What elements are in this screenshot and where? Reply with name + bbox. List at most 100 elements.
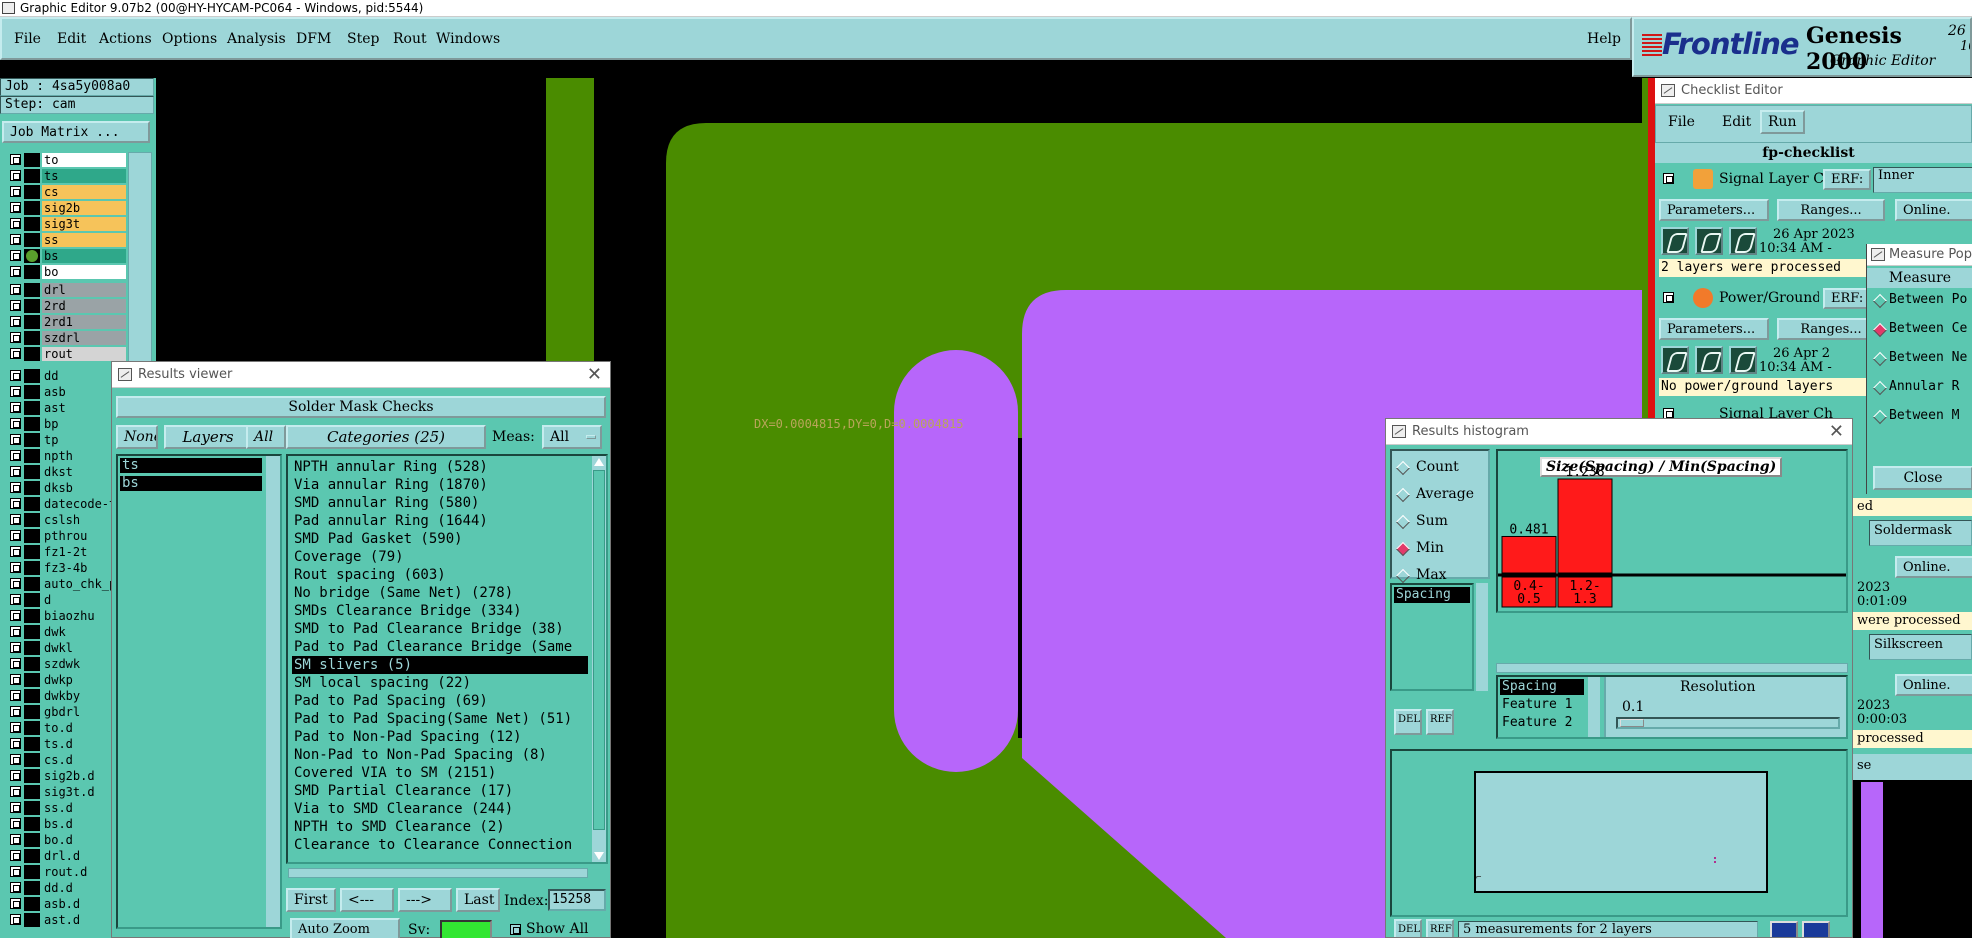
measure-option-label[interactable]: Between Po <box>1889 292 1967 307</box>
layer-row[interactable]: gbdrl <box>2 704 126 720</box>
layer-name[interactable]: bs <box>42 249 126 263</box>
layer-indicator[interactable] <box>24 299 40 313</box>
layer-indicator[interactable] <box>24 417 40 431</box>
layer-indicator[interactable] <box>24 169 40 183</box>
category-item[interactable]: Pad to Non-Pad Spacing (12) <box>292 728 588 746</box>
layer-indicator[interactable] <box>24 561 40 575</box>
layer-indicator[interactable] <box>24 545 40 559</box>
item1-run-icon-3[interactable] <box>1729 227 1757 255</box>
layers-list-scrollbar[interactable] <box>266 456 280 927</box>
layer-checkbox[interactable] <box>10 218 21 229</box>
layer-checkbox[interactable] <box>10 898 21 909</box>
item2-run-icon[interactable] <box>1661 346 1689 374</box>
menu-edit[interactable]: Edit <box>57 31 86 47</box>
layer-checkbox[interactable] <box>10 706 21 717</box>
layer-indicator[interactable] <box>24 769 40 783</box>
layer-row[interactable]: 2rd1 <box>2 314 126 330</box>
scroll-thumb[interactable] <box>593 470 605 830</box>
layer-checkbox[interactable] <box>10 674 21 685</box>
prev-button[interactable]: <--- <box>340 888 394 912</box>
layer-row[interactable]: biaozhu <box>2 608 126 624</box>
item2-erf-button[interactable]: ERF: <box>1823 288 1872 309</box>
layer-checkbox[interactable] <box>10 202 21 213</box>
layer-indicator[interactable] <box>24 753 40 767</box>
layer-indicator[interactable] <box>24 881 40 895</box>
meas-dropdown[interactable]: All <box>542 425 602 449</box>
layer-indicator[interactable] <box>24 265 40 279</box>
layer-name[interactable]: rout <box>42 347 126 361</box>
layer-row[interactable]: fz3-4b <box>2 560 126 576</box>
close-frag[interactable]: se <box>1853 754 1972 780</box>
close-icon[interactable]: ✕ <box>587 362 602 388</box>
category-item[interactable]: Via annular Ring (1870) <box>292 476 588 494</box>
layer-indicator[interactable] <box>24 721 40 735</box>
layers-button[interactable]: Layers <box>164 425 252 449</box>
measure-option-label[interactable]: Between Ce <box>1889 321 1967 336</box>
category-item[interactable]: Pad to Pad Clearance Bridge (Same <box>292 638 588 656</box>
layer-checkbox[interactable] <box>10 402 21 413</box>
layer-row[interactable]: cslsh <box>2 512 126 528</box>
measure-option-radio[interactable] <box>1872 351 1888 367</box>
layer-checkbox[interactable] <box>10 594 21 605</box>
layer-indicator[interactable] <box>24 233 40 247</box>
layer-checkbox[interactable] <box>10 316 21 327</box>
layer-indicator[interactable] <box>24 481 40 495</box>
category-item[interactable]: SMD Pad Gasket (590) <box>292 530 588 548</box>
layer-indicator[interactable] <box>24 283 40 297</box>
layer-name[interactable]: 2rd1 <box>42 315 126 329</box>
field-list-item[interactable]: Spacing <box>1394 587 1470 603</box>
item1-online-button[interactable]: Online. <box>1895 199 1972 221</box>
layer-checkbox[interactable] <box>10 722 21 733</box>
categories-list[interactable]: NPTH annular Ring (528) Via annular Ring … <box>286 454 608 864</box>
category-item[interactable]: Pad annular Ring (1644) <box>292 512 588 530</box>
layer-row[interactable]: rout.d <box>2 864 126 880</box>
layer-row[interactable]: dwkp <box>2 672 126 688</box>
histogram-field-list[interactable]: Spacing <box>1390 583 1474 691</box>
layer-row[interactable]: pthrou <box>2 528 126 544</box>
layer-indicator[interactable] <box>24 657 40 671</box>
layer-row[interactable]: sig2b <box>2 200 126 216</box>
all-layers-button[interactable]: All <box>246 425 286 449</box>
layer-name[interactable]: 2rd <box>42 299 126 313</box>
layer-checkbox[interactable] <box>10 850 21 861</box>
layer-indicator[interactable] <box>24 737 40 751</box>
item1-parameters-button[interactable]: Parameters... <box>1659 199 1769 221</box>
info-scrollbar[interactable] <box>1588 677 1600 737</box>
layer-checkbox[interactable] <box>10 866 21 877</box>
layer-indicator[interactable] <box>24 897 40 911</box>
layer-name[interactable]: sig2b <box>42 201 126 215</box>
item1-run-icon-2[interactable] <box>1695 227 1723 255</box>
info-field[interactable]: Feature 2 <box>1500 715 1584 731</box>
layer-name[interactable]: szdrl <box>42 331 126 345</box>
measure-option-radio[interactable] <box>1872 293 1888 309</box>
layer-checkbox[interactable] <box>10 802 21 813</box>
categories-button[interactable]: Categories (25) <box>286 425 486 449</box>
menu-dfm[interactable]: DFM <box>296 31 331 47</box>
first-button[interactable]: First <box>286 888 336 912</box>
auto-zoom-dropdown[interactable]: Auto Zoom <box>290 918 400 938</box>
category-item[interactable]: NPTH annular Ring (528) <box>292 458 588 476</box>
layer-row[interactable]: cs <box>2 184 126 200</box>
layer-name[interactable]: to <box>42 153 126 167</box>
category-item[interactable]: Rout spacing (603) <box>292 566 588 584</box>
checklist-menu-run[interactable]: Run <box>1760 110 1805 134</box>
measure-option-radio[interactable] <box>1872 322 1888 338</box>
layer-checkbox[interactable] <box>10 332 21 343</box>
layer-indicator[interactable] <box>24 641 40 655</box>
layer-row[interactable]: drl.d <box>2 848 126 864</box>
layer-indicator[interactable] <box>24 201 40 215</box>
layer-row[interactable]: bo.d <box>2 832 126 848</box>
layer-checkbox[interactable] <box>10 386 21 397</box>
layer-name[interactable]: cs <box>42 185 126 199</box>
sv-color-swatch[interactable] <box>440 920 492 938</box>
layer-row[interactable]: bo <box>2 264 126 280</box>
layer-checkbox[interactable] <box>10 690 21 701</box>
category-item[interactable]: SM local spacing (22) <box>292 674 588 692</box>
layer-row[interactable]: dwkl <box>2 640 126 656</box>
layer-checkbox[interactable] <box>10 284 21 295</box>
layer-checkbox[interactable] <box>10 434 21 445</box>
layer-item[interactable]: bs <box>120 476 262 491</box>
erf-value-2[interactable]: Soldermask <box>1869 520 1972 546</box>
nav-icon[interactable] <box>1770 921 1798 937</box>
category-item[interactable]: SMD annular Ring (580) <box>292 494 588 512</box>
